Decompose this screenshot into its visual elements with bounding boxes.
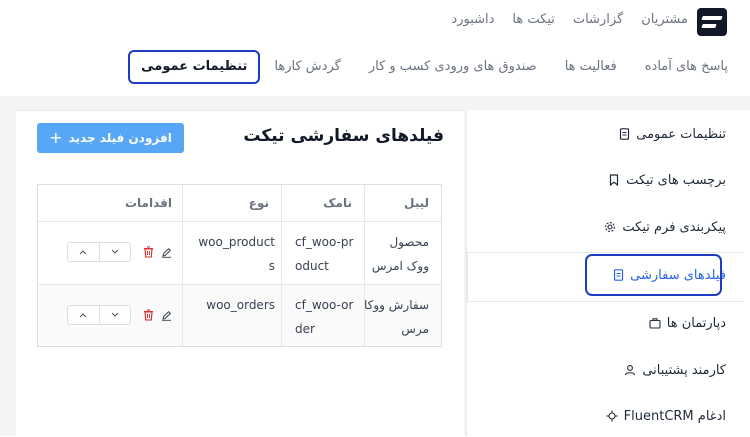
custom-fields-table: لیبل نامک نوع اقدامات محصول ووک امرس cf_… [37, 184, 442, 347]
column-header-slug: نامک [323, 196, 352, 210]
nav-customers[interactable]: مشتریان [641, 12, 688, 27]
reorder-controls [67, 242, 131, 262]
sidebar-item-general-settings[interactable]: تنظیمات عمومی [618, 122, 726, 146]
sidebar-item-label: کارمند پشتیبانی [642, 362, 726, 378]
sidebar-item-departments[interactable]: دپارتمان ها [649, 311, 726, 335]
document-icon [618, 128, 630, 140]
sidebar-item-label: پیکربندی فرم تیکت [622, 219, 726, 235]
sidebar-item-ticket-form-config[interactable]: پیکربندی فرم تیکت [604, 215, 726, 239]
cell-label: محصول ووک امرس [371, 235, 429, 273]
add-new-field-button[interactable]: + افزودن فیلد جدید [37, 123, 184, 153]
plus-icon: + [49, 128, 63, 147]
move-down-button[interactable] [98, 306, 131, 324]
sidebar-item-label: تنظیمات عمومی [636, 126, 726, 142]
gear-icon [604, 221, 616, 233]
edit-icon[interactable] [160, 309, 172, 321]
user-icon [624, 364, 636, 376]
cell-label: سفارش ووکا مرس [364, 298, 429, 336]
settings-tabs: تنظیمات عمومی گردش کارها صندوق های ورودی… [128, 50, 742, 84]
tab-activities[interactable]: فعالیت ها [551, 52, 631, 82]
nav-reports[interactable]: گزارشات [573, 12, 623, 27]
tab-workflows[interactable]: گردش کارها [260, 52, 354, 82]
delete-icon[interactable] [142, 309, 154, 321]
add-button-label: افزودن فیلد جدید [68, 131, 172, 145]
fluent-support-logo[interactable] [697, 8, 727, 36]
nav-tickets[interactable]: تیکت ها [512, 12, 554, 27]
integration-icon [606, 410, 618, 422]
sidebar-item-label: دپارتمان ها [666, 315, 726, 331]
sidebar-item-label: ادغام FluentCRM [623, 408, 726, 424]
app-header: داشبورد تیکت ها گزارشات مشتریان تنظیمات … [0, 0, 750, 96]
divider [38, 221, 441, 222]
move-down-button[interactable] [98, 243, 131, 261]
focus-highlight [585, 254, 722, 296]
cell-slug: cf_woo-order [295, 298, 354, 336]
chevron-up-icon [79, 313, 87, 318]
reorder-controls [67, 305, 131, 325]
edit-icon[interactable] [160, 246, 172, 258]
sidebar-item-support-staff[interactable]: کارمند پشتیبانی [624, 358, 726, 382]
tab-saved-replies[interactable]: پاسخ های آماده [631, 52, 742, 82]
cell-type: woo_products [198, 235, 275, 273]
column-header-label: لیبل [403, 196, 429, 210]
move-up-button[interactable] [68, 306, 99, 324]
move-up-button[interactable] [68, 243, 99, 261]
tab-business-inboxes[interactable]: صندوق های ورودی کسب و کار [355, 52, 551, 82]
top-navigation: داشبورد تیکت ها گزارشات مشتریان [451, 8, 688, 30]
divider [38, 284, 441, 285]
bookmark-icon [608, 174, 620, 186]
tab-general-settings[interactable]: تنظیمات عمومی [128, 50, 261, 84]
chevron-down-icon [111, 249, 119, 254]
cell-type: woo_orders [206, 298, 275, 312]
nav-dashboard[interactable]: داشبورد [451, 12, 494, 27]
chevron-up-icon [79, 250, 87, 255]
cell-slug: cf_woo-product [295, 235, 354, 273]
delete-icon[interactable] [142, 246, 154, 258]
sidebar-item-ticket-tags[interactable]: برچسب های تیکت [608, 168, 726, 192]
sidebar-item-fluentcrm-integration[interactable]: ادغام FluentCRM [606, 404, 726, 428]
column-header-type: نوع [248, 196, 269, 210]
sidebar-item-label: برچسب های تیکت [626, 172, 726, 188]
page-title: فیلدهای سفارشی تیکت [243, 126, 444, 146]
briefcase-icon [649, 317, 661, 329]
column-header-actions: اقدامات [124, 196, 172, 210]
chevron-down-icon [111, 312, 119, 317]
